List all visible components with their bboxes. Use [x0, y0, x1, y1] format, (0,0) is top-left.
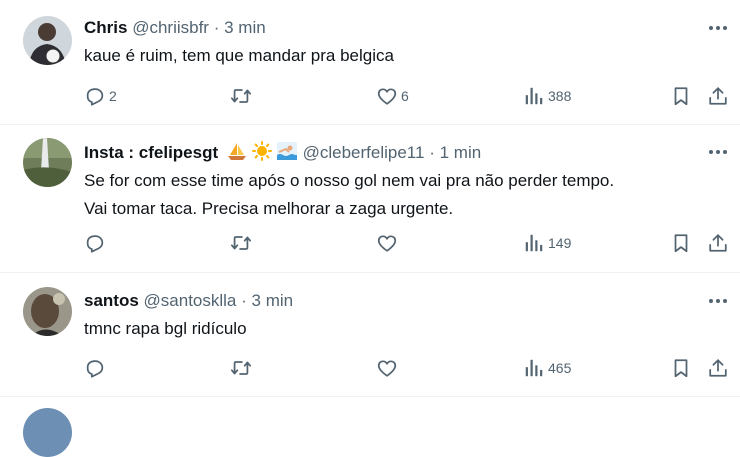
- reply-count: 2: [109, 88, 117, 104]
- tweet-header: santos @santosklla · 3 min: [84, 290, 293, 312]
- timestamp[interactable]: 3 min: [252, 291, 294, 310]
- view-count: 149: [548, 235, 572, 251]
- retweet-button[interactable]: [230, 356, 255, 380]
- tweet-text-line: tmnc rapa bgl ridículo: [84, 319, 247, 338]
- views-button[interactable]: 465: [523, 356, 571, 380]
- share-icon: [709, 359, 727, 377]
- sun-icon: [251, 141, 272, 161]
- user-handle[interactable]: @cleberfelipe11: [303, 143, 425, 162]
- reply-icon: [86, 360, 104, 378]
- share-icon: [709, 234, 727, 252]
- bookmark-button[interactable]: [670, 231, 692, 255]
- more-icon[interactable]: [707, 147, 729, 157]
- share-icon: [709, 87, 727, 105]
- avatar[interactable]: [23, 138, 72, 187]
- timestamp[interactable]: 1 min: [440, 143, 482, 162]
- views-icon: [525, 359, 543, 377]
- avatar[interactable]: [23, 16, 72, 65]
- like-button[interactable]: [376, 231, 401, 255]
- more-icon[interactable]: [707, 23, 729, 33]
- like-count: 6: [401, 88, 409, 104]
- views-button[interactable]: 388: [523, 84, 571, 108]
- tweet-text: tmnc rapa bgl ridículo: [84, 315, 247, 343]
- reply-button[interactable]: [84, 356, 109, 380]
- tweet-text: kaue é ruim, tem que mandar pra belgica: [84, 42, 394, 70]
- views-icon: [525, 234, 543, 252]
- reply-icon: [86, 235, 104, 253]
- user-handle[interactable]: @santosklla: [144, 291, 237, 310]
- tweet-text-line: Vai tomar taca. Precisa melhorar a zaga …: [84, 199, 454, 218]
- retweet-icon: [230, 361, 252, 375]
- swimmer-icon: [276, 142, 297, 160]
- separator: ·: [241, 291, 247, 310]
- bookmark-icon: [674, 87, 688, 106]
- reply-icon: [86, 88, 104, 106]
- bookmark-button[interactable]: [670, 84, 692, 108]
- display-name[interactable]: Insta : cfelipesgt: [84, 143, 218, 162]
- reply-button[interactable]: 2: [84, 84, 117, 108]
- timestamp[interactable]: 3 min: [224, 18, 266, 37]
- separator: ·: [213, 18, 220, 37]
- tweet[interactable]: Chris @chriisbfr · 3 min kaue é ruim, te…: [0, 0, 740, 123]
- tweet-text-line: Se for com esse time após o nosso gol ne…: [84, 171, 615, 190]
- heart-icon: [377, 235, 397, 252]
- sailboat-icon: [227, 143, 246, 160]
- tweet-header: Insta : cfelipesgt @cleberfelipe11 · 1 m…: [84, 141, 481, 164]
- retweet-icon: [230, 89, 252, 103]
- avatar[interactable]: [23, 287, 72, 336]
- display-name[interactable]: santos: [84, 291, 139, 310]
- share-button[interactable]: [707, 356, 729, 380]
- bookmark-icon: [674, 234, 688, 253]
- display-name[interactable]: Chris: [84, 18, 127, 37]
- view-count: 465: [548, 360, 572, 376]
- tweet-text-line: kaue é ruim, tem que mandar pra belgica: [84, 46, 394, 65]
- view-count: 388: [548, 88, 572, 104]
- like-button[interactable]: 6: [376, 84, 409, 108]
- avatar[interactable]: [23, 408, 72, 457]
- tweet[interactable]: Insta : cfelipesgt @cleberfelipe11 · 1 m…: [0, 125, 740, 271]
- tweet[interactable]: santos @santosklla · 3 min tmnc rapa bgl…: [0, 273, 740, 403]
- divider: [0, 396, 740, 397]
- more-icon[interactable]: [707, 296, 729, 306]
- retweet-icon: [230, 236, 252, 250]
- share-button[interactable]: [707, 84, 729, 108]
- tweet-text: Se for com esse time após o nosso gol ne…: [84, 167, 614, 223]
- like-button[interactable]: [376, 356, 401, 380]
- tweet-header: Chris @chriisbfr · 3 min: [84, 17, 266, 39]
- views-icon: [525, 87, 543, 105]
- heart-icon: [377, 360, 397, 377]
- retweet-button[interactable]: [230, 84, 255, 108]
- reply-button[interactable]: [84, 231, 109, 255]
- share-button[interactable]: [707, 231, 729, 255]
- views-button[interactable]: 149: [523, 231, 571, 255]
- user-handle[interactable]: @chriisbfr: [132, 18, 209, 37]
- retweet-button[interactable]: [230, 231, 255, 255]
- separator: ·: [429, 143, 435, 162]
- bookmark-icon: [674, 359, 688, 378]
- heart-icon: [377, 88, 397, 105]
- bookmark-button[interactable]: [670, 356, 692, 380]
